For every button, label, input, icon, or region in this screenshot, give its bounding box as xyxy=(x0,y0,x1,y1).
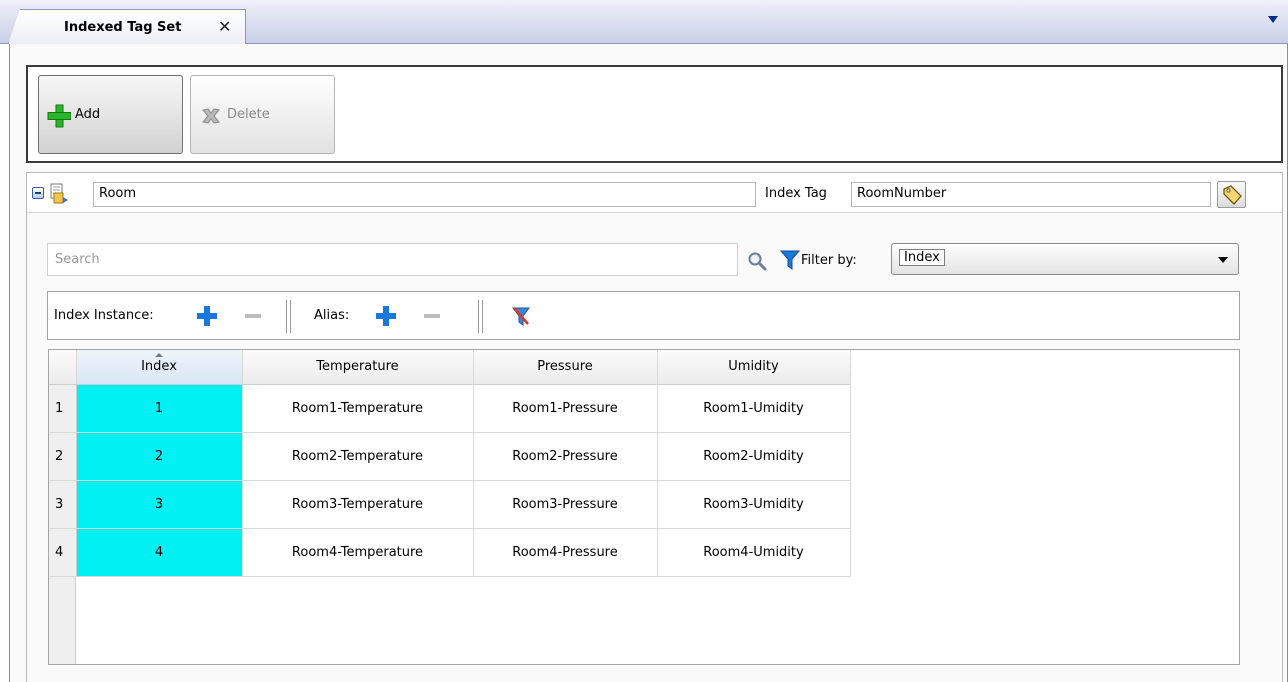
column-header-label: Index xyxy=(141,359,177,375)
remove-alias-icon[interactable] xyxy=(424,314,440,318)
index-cell[interactable]: 3 xyxy=(76,480,243,529)
umidity-cell[interactable]: Room3-Umidity xyxy=(657,480,851,529)
pressure-cell[interactable]: Room4-Pressure xyxy=(473,528,658,577)
clear-filter-icon[interactable] xyxy=(510,305,532,327)
group-header: Room Index Tag RoomNumber xyxy=(27,173,1282,213)
close-icon[interactable]: ✕ xyxy=(218,17,231,36)
umidity-cell[interactable]: Room2-Umidity xyxy=(657,432,851,481)
remove-index-instance-icon[interactable] xyxy=(245,314,261,318)
index-tag-label: Index Tag xyxy=(765,186,827,201)
temperature-cell[interactable]: Room3-Temperature xyxy=(242,480,474,529)
index-cell[interactable]: 4 xyxy=(76,528,243,577)
add-icon xyxy=(47,104,71,128)
temperature-cell[interactable]: Room4-Temperature xyxy=(242,528,474,577)
pressure-cell[interactable]: Room1-Pressure xyxy=(473,384,658,433)
document-tab-strip: Indexed Tag Set ✕ xyxy=(0,0,1288,44)
tag-set-icon xyxy=(50,183,68,204)
index-cell[interactable]: 1 xyxy=(76,384,243,433)
add-label: Add xyxy=(75,107,101,122)
index-instance-label: Index Instance: xyxy=(54,308,154,323)
indexed-tag-group: Room Index Tag RoomNumber Filter by: Ind… xyxy=(26,172,1283,682)
filter-by-dropdown[interactable]: Index xyxy=(891,243,1239,275)
sort-ascending-icon xyxy=(155,353,163,357)
table-row[interactable]: 2 2 Room2-Temperature Room2-Pressure Roo… xyxy=(49,432,851,481)
index-grid: Index Temperature Pressure Umidity 1 1 R… xyxy=(48,349,1240,665)
group-name-field[interactable]: Room xyxy=(93,182,756,207)
index-cell[interactable]: 2 xyxy=(76,432,243,481)
tab-list-dropdown-icon[interactable] xyxy=(1268,16,1278,23)
column-header-label: Temperature xyxy=(316,359,399,375)
umidity-cell[interactable]: Room1-Umidity xyxy=(657,384,851,433)
pressure-cell[interactable]: Room2-Pressure xyxy=(473,432,658,481)
row-number[interactable]: 4 xyxy=(49,528,77,577)
filter-icon xyxy=(780,250,800,270)
pressure-cell[interactable]: Room3-Pressure xyxy=(473,480,658,529)
delete-button[interactable]: Delete xyxy=(190,75,335,154)
delete-icon xyxy=(202,108,220,124)
index-table: Index Temperature Pressure Umidity 1 1 R… xyxy=(49,350,851,577)
filter-by-value: Index xyxy=(899,249,945,266)
toolbar-separator xyxy=(478,300,483,333)
column-header-umidity[interactable]: Umidity xyxy=(657,350,851,385)
filter-by-label: Filter by: xyxy=(801,253,857,268)
column-header-label: Pressure xyxy=(537,359,593,375)
toolbar: Add Delete xyxy=(26,65,1283,163)
tag-picker-button[interactable] xyxy=(1217,181,1246,208)
row-number[interactable]: 2 xyxy=(49,432,77,481)
table-row[interactable]: 4 4 Room4-Temperature Room4-Pressure Roo… xyxy=(49,528,851,577)
umidity-cell[interactable]: Room4-Umidity xyxy=(657,528,851,577)
row-number[interactable]: 3 xyxy=(49,480,77,529)
temperature-cell[interactable]: Room2-Temperature xyxy=(242,432,474,481)
toolbar-separator xyxy=(286,300,291,333)
table-row[interactable]: 3 3 Room3-Temperature Room3-Pressure Roo… xyxy=(49,480,851,529)
index-instance-toolbar: Index Instance: Alias: xyxy=(47,291,1240,340)
add-button[interactable]: Add xyxy=(38,75,183,154)
table-row[interactable]: 1 1 Room1-Temperature Room1-Pressure Roo… xyxy=(49,384,851,433)
row-number[interactable]: 1 xyxy=(49,384,77,433)
delete-label: Delete xyxy=(227,107,270,122)
tag-icon xyxy=(1223,185,1242,205)
column-header-pressure[interactable]: Pressure xyxy=(473,350,658,385)
search-input[interactable] xyxy=(47,243,738,276)
collapse-icon[interactable] xyxy=(32,187,44,199)
tab-title: Indexed Tag Set xyxy=(64,20,182,35)
column-header-label: Umidity xyxy=(728,359,779,375)
alias-label: Alias: xyxy=(314,308,350,323)
tab-indexed-tag-set[interactable]: Indexed Tag Set ✕ xyxy=(8,9,246,44)
add-alias-icon[interactable] xyxy=(375,305,397,327)
temperature-cell[interactable]: Room1-Temperature xyxy=(242,384,474,433)
column-header-temperature[interactable]: Temperature xyxy=(242,350,474,385)
grid-corner[interactable] xyxy=(49,350,77,385)
add-index-instance-icon[interactable] xyxy=(196,305,218,327)
index-tag-field[interactable]: RoomNumber xyxy=(851,182,1211,207)
column-header-index[interactable]: Index xyxy=(76,350,243,385)
search-icon[interactable] xyxy=(747,251,767,271)
chevron-down-icon xyxy=(1218,257,1228,263)
